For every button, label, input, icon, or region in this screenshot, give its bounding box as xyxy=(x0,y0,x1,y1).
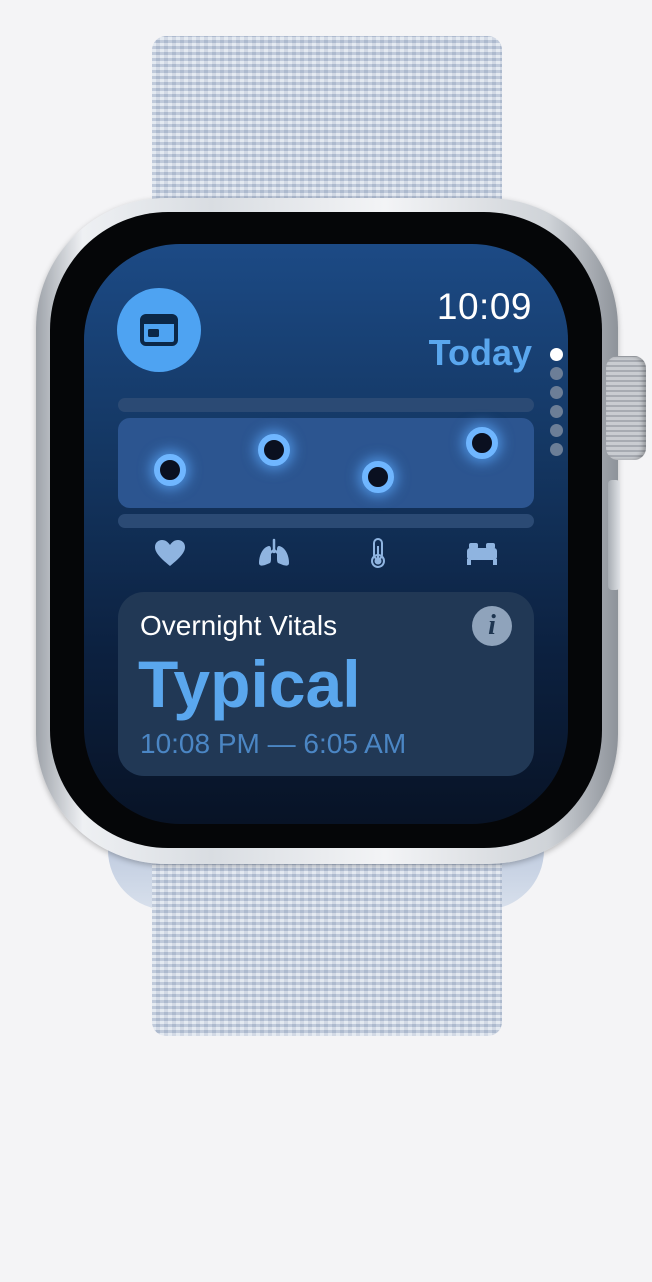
digital-crown[interactable] xyxy=(606,356,646,460)
vital-point-wrist-temperature xyxy=(362,460,394,493)
watch-screen: 10:09 Today Overnight Vitals i Typical 1… xyxy=(84,244,568,824)
clock-time: 10:09 xyxy=(436,286,532,327)
vitals-chart xyxy=(118,418,534,508)
vital-point-heart-rate xyxy=(154,454,186,487)
info-icon: i xyxy=(488,610,496,641)
vital-point-sleep xyxy=(466,427,498,460)
vitals-status: Typical xyxy=(138,647,361,721)
chart-range-band-top xyxy=(118,398,534,412)
vital-point-respiratory-rate xyxy=(258,433,290,466)
bed-icon xyxy=(462,536,502,570)
page-dot xyxy=(550,405,563,418)
thermometer-icon xyxy=(358,536,398,570)
lungs-icon xyxy=(254,536,294,570)
page-dot xyxy=(550,386,563,399)
window-icon xyxy=(140,314,178,346)
watch-band-bottom xyxy=(152,858,502,1036)
app-switcher-button[interactable] xyxy=(117,288,201,372)
chart-range-band-bottom xyxy=(118,514,534,528)
page-dot xyxy=(550,348,563,361)
page-dot xyxy=(550,424,563,437)
page-dot xyxy=(550,443,563,456)
card-title: Overnight Vitals xyxy=(140,610,338,641)
date-label[interactable]: Today xyxy=(429,332,532,374)
sleep-time-range: 10:08 PM — 6:05 AM xyxy=(140,728,407,759)
info-button[interactable]: i xyxy=(472,606,512,646)
side-button[interactable] xyxy=(608,480,620,590)
heart-icon xyxy=(150,536,190,570)
page-indicator xyxy=(550,348,566,462)
page-dot xyxy=(550,367,563,380)
overnight-vitals-card[interactable]: Overnight Vitals i Typical 10:08 PM — 6:… xyxy=(118,592,534,776)
